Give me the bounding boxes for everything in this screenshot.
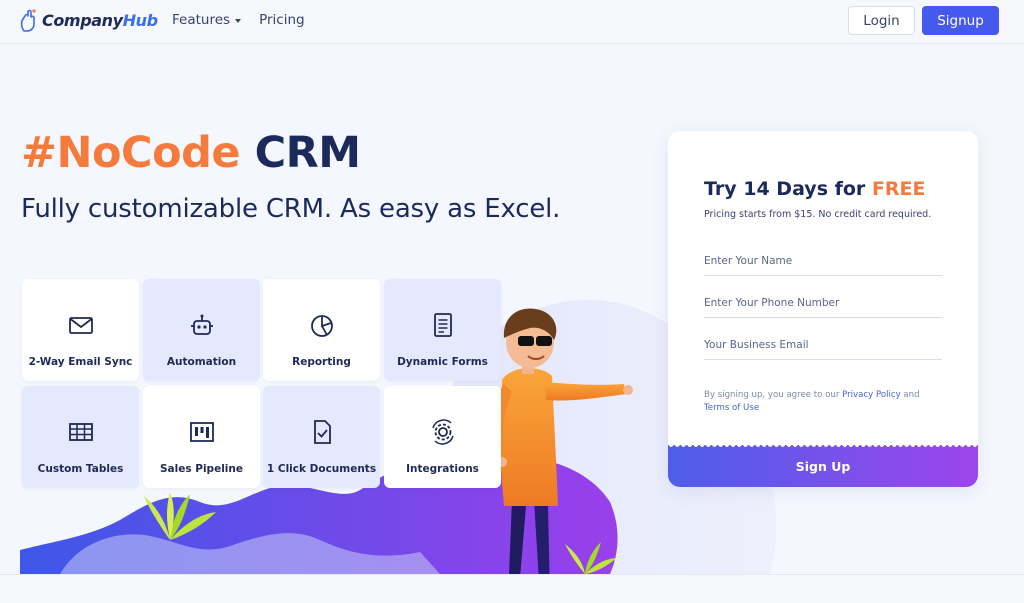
signup-card-title: Try 14 Days for FREE xyxy=(704,178,926,200)
feature-tile-integrations[interactable]: Integrations xyxy=(384,386,501,488)
signup-card: Try 14 Days for FREE Pricing starts from… xyxy=(668,131,978,487)
robot-icon xyxy=(190,314,213,335)
email-field[interactable] xyxy=(704,330,942,360)
logo-text-company: Company xyxy=(42,10,123,30)
envelope-icon xyxy=(68,317,93,334)
pie-chart-icon xyxy=(310,315,333,337)
gear-sync-icon xyxy=(431,419,454,445)
feature-label: Custom Tables xyxy=(37,463,124,475)
section-divider xyxy=(0,574,1024,603)
main-nav: Features Pricing xyxy=(172,12,305,28)
privacy-policy-link[interactable]: Privacy Policy xyxy=(842,390,901,400)
hero-subtitle: Fully customizable CRM. As easy as Excel… xyxy=(21,194,561,224)
signup-card-subtitle: Pricing starts from $15. No credit card … xyxy=(704,209,932,220)
document-form-icon xyxy=(433,313,452,337)
top-navbar: CompanyHub Features Pricing Login Signup xyxy=(0,0,1024,44)
terms-and: and xyxy=(903,390,920,400)
company-logo[interactable]: CompanyHub xyxy=(19,6,158,34)
feature-tile-automation[interactable]: Automation xyxy=(143,279,260,381)
hero-title: #NoCode CRM xyxy=(21,128,361,178)
feature-tile-dynamic-forms[interactable]: Dynamic Forms xyxy=(384,279,501,381)
document-check-icon xyxy=(313,420,331,444)
feature-tile-email-sync[interactable]: 2-Way Email Sync xyxy=(22,279,139,381)
name-field[interactable] xyxy=(704,246,942,276)
terms-text: By signing up, you agree to our Privacy … xyxy=(704,389,944,415)
feature-label: Dynamic Forms xyxy=(397,356,488,368)
feature-tile-reporting[interactable]: Reporting xyxy=(263,279,380,381)
scallop-edge xyxy=(668,438,978,447)
feature-tile-custom-tables[interactable]: Custom Tables xyxy=(22,386,139,488)
signup-card-title-prefix: Try 14 Days for xyxy=(704,178,866,200)
terms-prefix: By signing up, you agree to our xyxy=(704,390,840,400)
nav-features-label: Features xyxy=(172,12,231,28)
hand-logo-icon xyxy=(20,9,36,32)
feature-label: 2-Way Email Sync xyxy=(28,356,133,368)
signup-card-title-free: FREE xyxy=(871,178,926,200)
feature-label: Automation xyxy=(166,356,237,368)
logo-text: CompanyHub xyxy=(42,11,158,30)
hero-title-highlight: #NoCode xyxy=(21,128,241,178)
logo-text-hub: Hub xyxy=(122,10,158,30)
phone-field[interactable] xyxy=(704,288,942,318)
feature-label: Sales Pipeline xyxy=(159,463,243,475)
login-button[interactable]: Login xyxy=(848,6,915,35)
chevron-down-icon xyxy=(235,19,242,23)
signup-button[interactable]: Signup xyxy=(922,6,999,35)
hero-title-rest: CRM xyxy=(254,128,361,178)
nav-pricing[interactable]: Pricing xyxy=(259,12,305,28)
feature-tile-sales-pipeline[interactable]: Sales Pipeline xyxy=(143,386,260,488)
nav-pricing-label: Pricing xyxy=(259,12,305,28)
feature-tile-one-click-docs[interactable]: 1 Click Documents xyxy=(263,386,380,488)
feature-label: Integrations xyxy=(406,463,479,475)
table-grid-icon xyxy=(68,423,93,441)
nav-features[interactable]: Features xyxy=(172,12,242,28)
feature-label: 1 Click Documents xyxy=(266,463,377,475)
kanban-icon xyxy=(189,422,214,442)
feature-label: Reporting xyxy=(292,356,351,368)
terms-of-use-link[interactable]: Terms of Use xyxy=(704,403,759,413)
sign-up-submit-button[interactable]: Sign Up xyxy=(668,445,978,487)
